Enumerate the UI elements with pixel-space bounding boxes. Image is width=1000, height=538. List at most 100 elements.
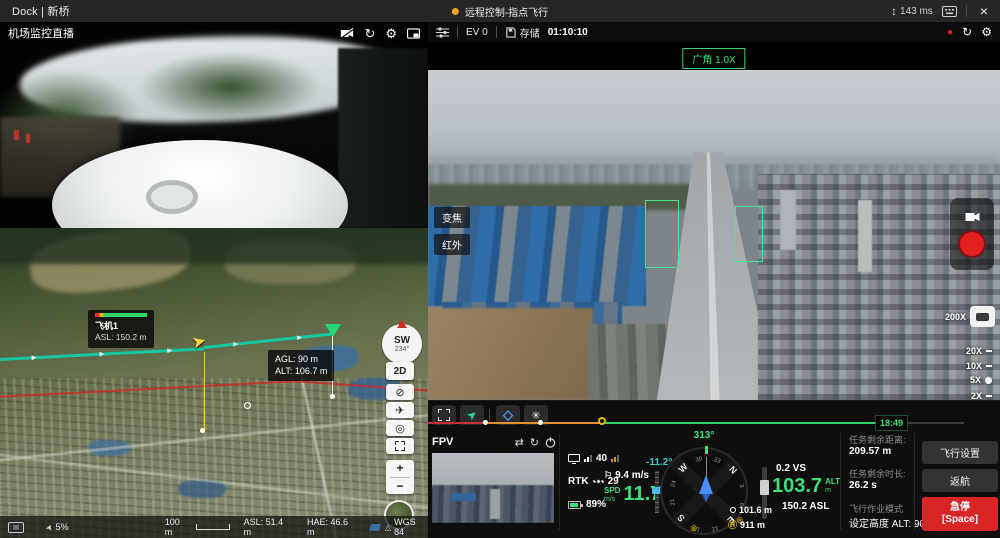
red-flag [14, 130, 19, 140]
main-camera-view[interactable]: 广角 1.0X 变焦 红外 200X 20X 10X 5X 2X [428, 42, 1000, 400]
recording-dot-icon: ● [947, 27, 953, 38]
detection-box [735, 206, 763, 262]
trees-center [140, 52, 320, 122]
zoom-level-10x[interactable]: 10X [966, 361, 992, 371]
waypoint-info-label[interactable]: AGL: 90 m ALT: 106.7 m [268, 350, 334, 381]
power-icon[interactable] [545, 437, 556, 448]
zoom-out-button[interactable]: − [396, 478, 403, 495]
cursor-zoom-indicator: ➤ 5% [46, 522, 69, 532]
camera-off-icon[interactable] [340, 28, 354, 39]
heading-tick [705, 446, 708, 454]
fpv-thumbnail[interactable] [432, 453, 554, 523]
map-asl-value: ASL: 51.4 m [244, 517, 293, 537]
remaining-distance-value: 209.57 m [849, 446, 891, 457]
return-home-button[interactable]: 返航 [922, 469, 998, 492]
ring-30: 30 [695, 456, 703, 463]
timeline-position-marker[interactable] [598, 417, 606, 425]
signal-bars-icon [611, 455, 619, 462]
close-button[interactable]: × [976, 3, 992, 19]
fit-frame-icon[interactable] [386, 438, 414, 454]
emergency-stop-button[interactable]: 急停[Space] [922, 497, 998, 531]
range-icon [730, 507, 736, 513]
map-zoom-control: + − [386, 460, 414, 494]
aircraft-ground-point [200, 428, 205, 433]
ring-3: 3 [738, 484, 745, 489]
locate-icon[interactable]: ◎ [386, 420, 414, 436]
aircraft-asl: ASL: 150.2 m [95, 332, 147, 343]
camera-bar-actions: ● ↻ ⚙ [947, 26, 992, 38]
detection-box [645, 200, 679, 268]
divider [496, 26, 497, 38]
zoom-in-button[interactable]: + [396, 460, 403, 477]
divider [966, 5, 967, 17]
aircraft-info-label[interactable]: 飞机1 ASL: 150.2 m [88, 310, 154, 348]
dock-camera-toolbar: ↻ ⚙ [340, 27, 420, 40]
zoom-level-20x[interactable]: 20X [966, 346, 992, 356]
cursor-icon: ➤ [44, 522, 55, 532]
datum-icon: △ [385, 523, 391, 532]
refresh-icon[interactable]: ↻ [530, 436, 539, 449]
estop-hotkey: [Space] [942, 514, 978, 525]
wind-flag-icon: ⚐ [604, 470, 612, 481]
vs-gauge-handle[interactable] [760, 480, 769, 495]
flight-settings-button[interactable]: 飞行设置 [922, 441, 998, 464]
refresh-icon[interactable]: ↻ [364, 27, 375, 40]
waypoint-marker-icon[interactable] [325, 324, 341, 337]
zoom-lens-button[interactable]: 变焦 [434, 207, 470, 228]
storage-label[interactable]: 存储 [520, 25, 540, 40]
lens-zoom-badge[interactable]: 广角 1.0X [682, 48, 745, 69]
video-signal-row: 40 [568, 453, 619, 464]
gear-icon[interactable]: ⚙ [981, 26, 992, 38]
wind-speed: 9.4 m/s [615, 470, 649, 481]
tall-building [858, 200, 872, 272]
refresh-icon[interactable]: ↻ [962, 26, 972, 38]
app-window: Dock | 新桥 远程控制-指点飞行 ↕ 143 ms × [0, 0, 1000, 538]
camera-params-icon[interactable] [436, 27, 449, 38]
timeline-segment-remaining [604, 422, 880, 424]
airspace-icon[interactable]: ⊘ [386, 384, 414, 400]
flight-mode-status: 远程控制-指点飞行 [452, 4, 548, 19]
fpv-label: FPV [432, 436, 453, 448]
map-scale-label: 100 m [165, 517, 190, 537]
flight-path-segment: ▶▶▶ [0, 347, 204, 361]
storage-icon [505, 27, 516, 38]
record-button[interactable] [958, 230, 986, 258]
message-bubble-button[interactable] [970, 306, 995, 327]
pip-layout-icon[interactable] [407, 28, 420, 39]
spd-label: SPD [604, 487, 620, 496]
ev-value[interactable]: EV 0 [466, 27, 488, 38]
keyboard-icon[interactable] [942, 6, 957, 17]
remaining-distance-label: 任务剩余距离: [849, 433, 906, 446]
compass-direction: SW [394, 336, 410, 346]
path-vertex-point [244, 402, 251, 409]
timeline-waypoint-dot [483, 420, 488, 425]
monitor-icon [568, 454, 580, 464]
ring-12: 12 [711, 524, 719, 531]
dock-camera-header: 机场监控直播 ↻ ⚙ [0, 22, 428, 44]
compass-north-needle [397, 320, 407, 328]
divider [489, 409, 490, 421]
satellite-icon [593, 476, 604, 487]
zoom-level-5x-current[interactable]: 5X [970, 375, 992, 385]
legend-icon[interactable]: ▤ [8, 522, 24, 533]
gear-icon[interactable]: ⚙ [385, 27, 397, 40]
airplane-icon[interactable]: ✈ [386, 402, 414, 418]
infrared-lens-button[interactable]: 红外 [434, 234, 470, 255]
map-3d-view[interactable]: ▶▶▶ ▶▶ ➤ 飞机1 ASL: 150.2 m AGL: 90 m ALT:… [0, 228, 428, 538]
swap-view-icon[interactable]: ⇄ [515, 436, 524, 449]
zoom-level-200x[interactable]: 200X [945, 312, 966, 322]
sky [428, 70, 1000, 165]
estop-label: 急停 [950, 502, 970, 513]
map-city-texture [0, 378, 428, 538]
divider [457, 26, 458, 38]
spd-unit: m/s [604, 496, 620, 504]
remaining-time-label: 任务剩余时长: [849, 467, 906, 480]
alt-label: ALT [825, 478, 840, 487]
dock-title: Dock | 新桥 [12, 3, 70, 19]
dock-camera-feed[interactable]: 机场监控直播 ↻ ⚙ [0, 22, 428, 228]
fpv-sky [432, 453, 554, 487]
zoom-level-2x[interactable]: 2X [971, 391, 992, 400]
map-2d-toggle-button[interactable]: 2D [386, 362, 414, 380]
ring-24: 24 [670, 480, 678, 488]
map-compass[interactable]: SW 234° [382, 324, 422, 364]
